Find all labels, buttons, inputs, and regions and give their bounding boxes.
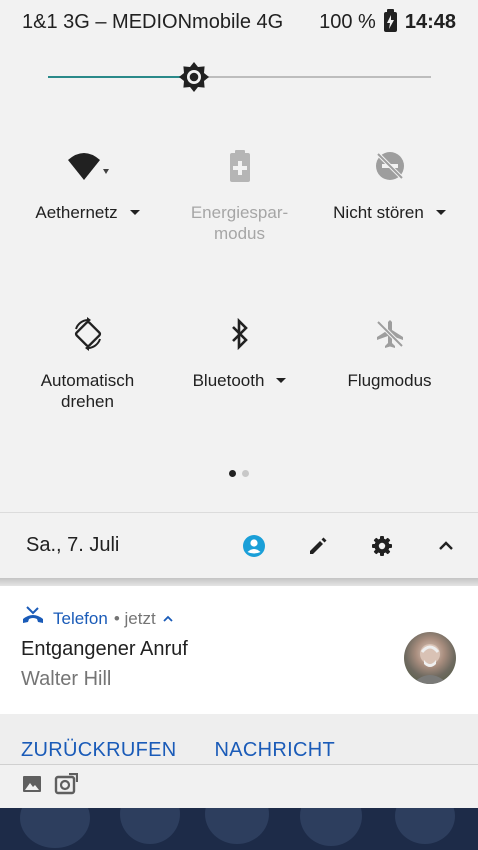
rotate-icon — [8, 298, 167, 370]
notification-text: Walter Hill — [21, 668, 112, 690]
user-icon[interactable] — [222, 522, 286, 570]
brightness-icon — [178, 62, 209, 92]
home-screen-background — [0, 808, 478, 850]
tile-label: Bluetooth — [192, 371, 265, 390]
page-dot[interactable] — [242, 470, 249, 477]
brightness-thumb[interactable] — [175, 58, 213, 96]
tile-bluetooth[interactable]: Bluetooth — [160, 298, 319, 391]
notification-app-name: Telefon — [53, 608, 108, 628]
panel-shadow — [0, 578, 478, 586]
settings-icon[interactable] — [350, 522, 414, 570]
dropdown-caret-icon[interactable] — [129, 210, 140, 215]
dropdown-caret-icon[interactable] — [276, 378, 287, 383]
bluetooth-icon — [160, 298, 319, 370]
notification-actions: ZURÜCKRUFEN NACHRICHT — [0, 714, 478, 764]
tile-label: Automatisch drehen — [40, 371, 135, 411]
dropdown-caret-icon[interactable] — [435, 210, 446, 215]
notification-header: Telefon • jetzt — [21, 606, 174, 631]
tile-label: Flugmodus — [347, 371, 432, 390]
wifi-icon — [8, 130, 167, 202]
battery-charging-icon — [383, 9, 397, 32]
brightness-slider[interactable] — [48, 58, 431, 96]
page-dot-active[interactable] — [229, 470, 236, 477]
contact-avatar — [404, 632, 456, 684]
page-indicator — [0, 470, 478, 477]
carrier-label: 1&1 3G – MEDIONmobile 4G — [22, 10, 284, 33]
notification-time: • jetzt — [113, 608, 156, 628]
notification-title: Entgangener Anruf — [21, 638, 188, 660]
tile-label: Nicht stören — [333, 203, 424, 222]
tile-label: Aethernetz — [35, 203, 118, 222]
tile-battery-saver[interactable]: Energiespar- modus — [160, 130, 319, 244]
quick-settings-footer: Sa., 7. Juli — [0, 512, 478, 578]
collapse-icon[interactable] — [414, 522, 478, 570]
missed-call-notification[interactable]: Telefon • jetzt Entgangener Anruf Walter… — [0, 586, 478, 714]
tile-autorotate[interactable]: Automatisch drehen — [8, 298, 167, 412]
airplane-icon — [310, 298, 469, 370]
status-bar: 1&1 3G – MEDIONmobile 4G 100 % 14:48 — [0, 0, 478, 44]
message-button[interactable]: NACHRICHT — [215, 739, 335, 762]
date-label: Sa., 7. Juli — [26, 534, 120, 556]
tile-airplane[interactable]: Flugmodus — [310, 298, 469, 391]
brightness-fill — [48, 76, 194, 78]
call-back-button[interactable]: ZURÜCKRUFEN — [21, 739, 177, 762]
tile-wifi[interactable]: Aethernetz — [8, 130, 167, 223]
collapsed-notifications[interactable] — [0, 764, 478, 808]
phone-missed-icon — [21, 606, 45, 631]
do-not-disturb-icon — [310, 130, 469, 202]
tile-do-not-disturb[interactable]: Nicht stören — [310, 130, 469, 223]
tile-label: Energiespar- modus — [190, 203, 289, 243]
battery-percent: 100 % — [319, 10, 376, 33]
screenshot-icon — [54, 772, 79, 800]
clock: 14:48 — [404, 10, 456, 33]
expand-chevron-icon[interactable] — [162, 615, 174, 623]
battery-saver-icon — [160, 130, 319, 202]
image-icon — [22, 774, 42, 799]
edit-icon[interactable] — [286, 522, 350, 570]
